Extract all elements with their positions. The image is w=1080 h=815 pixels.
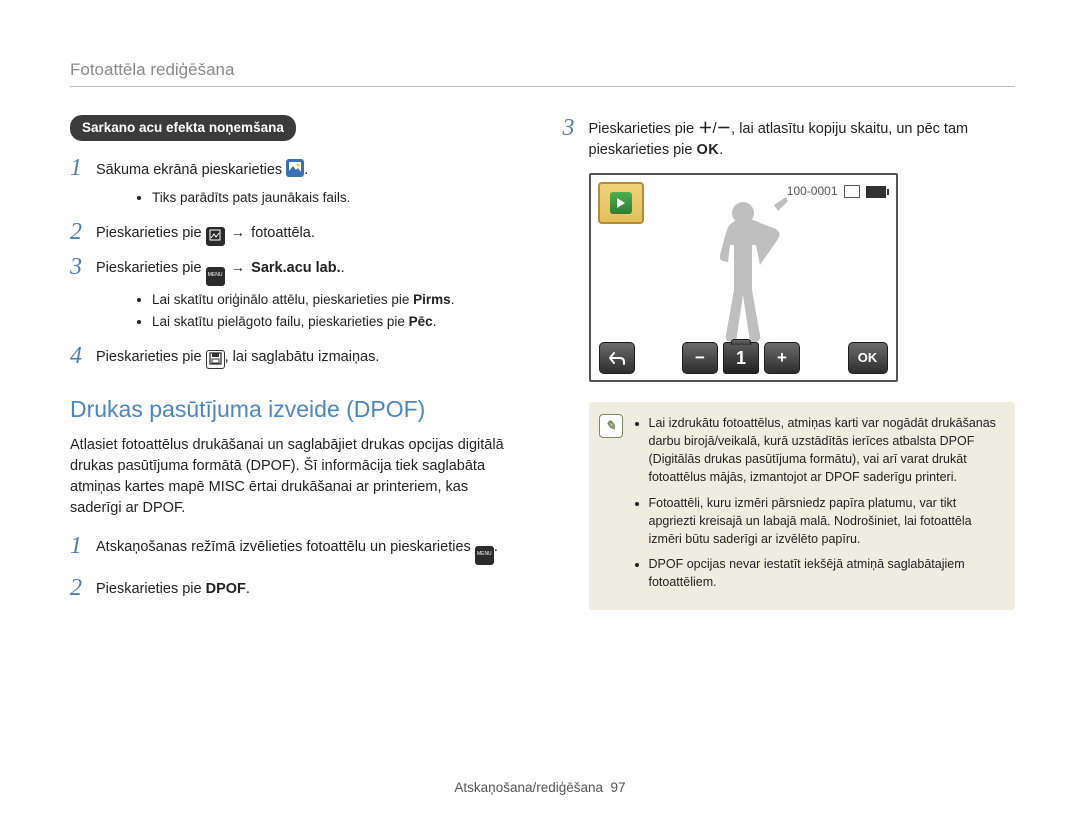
camera-preview: 100-0001 (589, 173, 898, 382)
minus-button[interactable]: − (682, 342, 718, 374)
footer-page: 97 (611, 780, 626, 795)
note-icon: ✎ (599, 414, 623, 438)
text: Lai skatītu pielāgoto failu, pieskarieti… (152, 314, 409, 329)
text: Pieskarieties pie (589, 121, 699, 137)
text: fotoattēla. (251, 225, 315, 241)
text: Pieskarieties pie (96, 581, 206, 597)
menu-icon: MENU (475, 546, 494, 565)
text: Lai skatītu oriģinālo attēlu, pieskariet… (152, 292, 413, 307)
text: Atskaņošanas režīmā izvēlieties fotoattē… (96, 539, 475, 555)
sub-item: Lai skatītu oriģinālo attēlu, pieskariet… (152, 290, 523, 310)
ok-button[interactable]: OK (848, 342, 888, 374)
menu-icon: MENU (206, 267, 225, 286)
text: . (246, 581, 250, 597)
playback-mode-icon (598, 182, 644, 224)
left-column: Sarkano acu efekta noņemšana 1 Sākuma ek… (70, 115, 523, 610)
text: . (451, 292, 455, 307)
step-2: 2 Pieskarieties pie → fotoattēla. (70, 219, 523, 246)
text-bold: Pēc (409, 314, 433, 329)
right-column: 3 Pieskarieties pie ＋/－, lai atlasītu ko… (563, 115, 1016, 610)
step-number: 1 (70, 155, 96, 184)
step-3-sub: Lai skatītu oriģinālo attēlu, pieskariet… (102, 290, 523, 331)
copy-count: 1 (723, 342, 759, 374)
note-list: Lai izdrukātu fotoattēlus, atmiņas karti… (633, 414, 1002, 598)
back-button[interactable] (599, 342, 635, 374)
step-text: Pieskarieties pie → fotoattēla. (96, 219, 523, 246)
step-text: Pieskarieties pie , lai saglabātu izmaiņ… (96, 343, 523, 369)
footer-text: Atskaņošana/rediģēšana (454, 780, 603, 795)
ok-glyph: OK (697, 140, 720, 161)
text: , lai saglabātu izmaiņas. (225, 349, 380, 365)
arrow-icon: → (231, 225, 246, 241)
step-text: Pieskarieties pie ＋/－, lai atlasītu kopi… (589, 115, 1016, 161)
section-badge: Sarkano acu efekta noņemšana (70, 115, 296, 141)
page: Fotoattēla rediģēšana Sarkano acu efekta… (0, 0, 1080, 610)
text: . (433, 314, 437, 329)
content-columns: Sarkano acu efekta noņemšana 1 Sākuma ek… (70, 115, 1015, 610)
album-icon (286, 159, 304, 184)
text: . (304, 162, 308, 178)
step-number: 3 (563, 115, 589, 161)
page-footer: Atskaņošana/rediģēšana 97 (0, 780, 1080, 795)
step-text: Pieskarieties pie DPOF. (96, 575, 523, 600)
sub-item: Tiks parādīts pats jaunākais fails. (152, 188, 523, 208)
step-text: Atskaņošanas režīmā izvēlieties fotoattē… (96, 533, 523, 565)
text-bold: Pirms (413, 292, 451, 307)
step-number: 3 (70, 254, 96, 286)
step-text: Pieskarieties pie MENU → Sark.acu lab.. (96, 254, 523, 286)
edit-photo-icon (206, 227, 225, 246)
plus-minus-icon: ＋ (698, 121, 713, 137)
step-number: 1 (70, 533, 96, 565)
copy-stepper: − 1 + (682, 342, 800, 374)
plus-button[interactable]: + (764, 342, 800, 374)
photo-silhouette (688, 195, 798, 345)
battery-icon (866, 186, 886, 198)
text: Sākuma ekrānā pieskarieties (96, 162, 286, 178)
text: . (719, 142, 723, 158)
text: Pieskarieties pie (96, 225, 206, 241)
plus-minus-icon: － (717, 121, 732, 137)
note-item: DPOF opcijas nevar iestatīt iekšējā atmi… (649, 555, 1002, 591)
step-number: 2 (70, 575, 96, 600)
dpof-step-2: 2 Pieskarieties pie DPOF. (70, 575, 523, 600)
dpof-step-1: 1 Atskaņošanas režīmā izvēlieties fotoat… (70, 533, 523, 565)
step-number: 4 (70, 343, 96, 369)
step-3: 3 Pieskarieties pie MENU → Sark.acu lab.… (70, 254, 523, 286)
preview-controls: − 1 + OK (591, 342, 896, 374)
text-bold: Sark.acu lab. (251, 260, 340, 276)
save-disk-icon (206, 350, 225, 369)
printer-icon (844, 185, 860, 198)
text: Pieskarieties pie (96, 260, 206, 276)
note-item: Lai izdrukātu fotoattēlus, atmiņas karti… (649, 414, 1002, 487)
note-item: Fotoattēli, kuru izmēri pārsniedz papīra… (649, 494, 1002, 548)
step-number: 2 (70, 219, 96, 246)
text: Pieskarieties pie (96, 349, 206, 365)
text: . (341, 260, 345, 276)
arrow-icon: → (231, 260, 250, 276)
step-4: 4 Pieskarieties pie , lai saglabātu izma… (70, 343, 523, 369)
page-title: Fotoattēla rediģēšana (70, 60, 1015, 87)
right-step-3: 3 Pieskarieties pie ＋/－, lai atlasītu ko… (563, 115, 1016, 161)
status-bar: 100-0001 (787, 183, 886, 200)
section-paragraph: Atlasiet fotoattēlus drukāšanai un sagla… (70, 435, 523, 519)
text-bold: DPOF (206, 581, 246, 597)
section-heading: Drukas pasūtījuma izveide (DPOF) (70, 393, 523, 426)
step-text: Sākuma ekrānā pieskarieties . (96, 155, 523, 184)
step-1-sub: Tiks parādīts pats jaunākais fails. (102, 188, 523, 208)
note-box: ✎ Lai izdrukātu fotoattēlus, atmiņas kar… (589, 402, 1016, 610)
text: . (494, 539, 498, 555)
step-1: 1 Sākuma ekrānā pieskarieties . (70, 155, 523, 184)
sub-item: Lai skatītu pielāgoto failu, pieskarieti… (152, 312, 523, 332)
